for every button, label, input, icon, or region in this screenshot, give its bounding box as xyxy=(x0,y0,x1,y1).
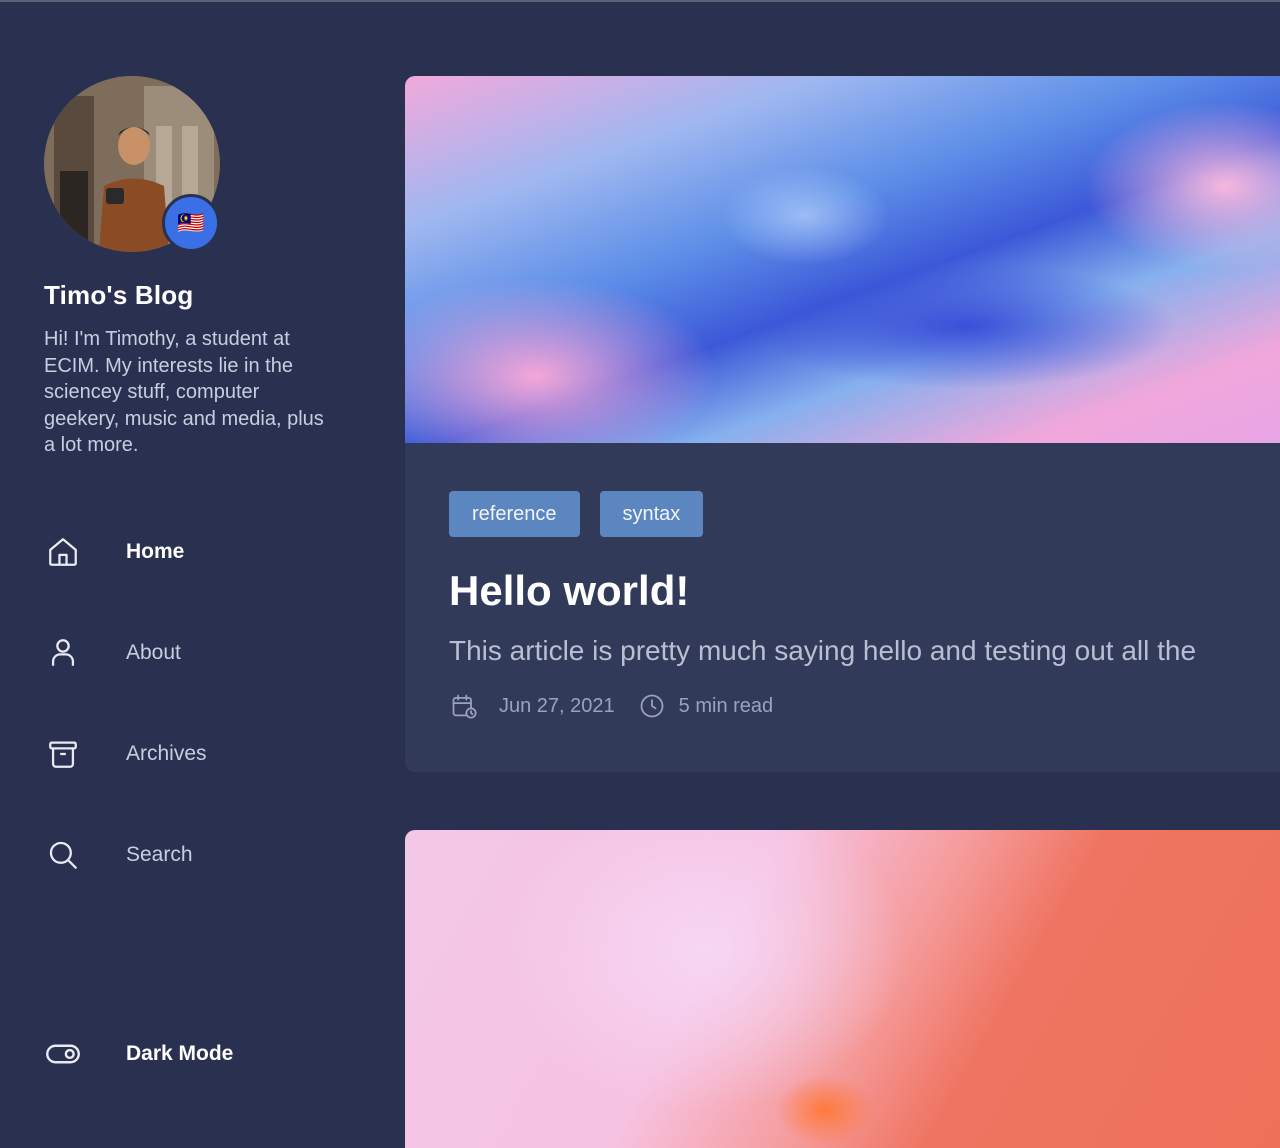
home-icon xyxy=(44,533,82,571)
toggle-icon xyxy=(44,1035,82,1073)
post-date: Jun 27, 2021 xyxy=(499,694,615,717)
post-card-next[interactable] xyxy=(405,830,1280,1148)
flag-badge: 🇲🇾 xyxy=(162,194,220,252)
archive-icon xyxy=(44,735,82,773)
sidebar-item-label: Home xyxy=(126,540,185,563)
post-read-time: 5 min read xyxy=(678,694,774,717)
blog-title[interactable]: Timo's Blog xyxy=(44,280,193,311)
sidebar-item-label: Search xyxy=(126,843,193,866)
post-excerpt: This article is pretty much saying hello… xyxy=(449,635,1197,666)
post-card-body: reference syntax Hello world! This artic… xyxy=(405,443,1280,721)
malaysia-flag-icon: 🇲🇾 xyxy=(177,210,205,235)
tag-syntax[interactable]: syntax xyxy=(599,491,704,537)
user-icon xyxy=(44,634,82,672)
sidebar-item-archives[interactable]: Archives xyxy=(44,724,344,784)
dark-mode-toggle[interactable]: Dark Mode xyxy=(44,1024,344,1084)
sidebar-item-label: Archives xyxy=(126,742,207,765)
search-icon xyxy=(44,836,82,874)
calendar-icon xyxy=(449,691,479,721)
post-title[interactable]: Hello world! xyxy=(449,567,1261,615)
sidebar-item-about[interactable]: About xyxy=(44,623,344,683)
blog-description: Hi! I'm Timothy, a student at ECIM. My i… xyxy=(44,328,324,456)
page: 🇲🇾 Timo's Blog Hi! I'm Timothy, a studen… xyxy=(0,0,1280,1148)
post-cover-image[interactable] xyxy=(405,830,1280,1148)
sidebar: 🇲🇾 Timo's Blog Hi! I'm Timothy, a studen… xyxy=(0,2,380,1148)
sidebar-item-label: About xyxy=(126,641,181,664)
post-tags: reference syntax xyxy=(449,491,1261,537)
tag-reference[interactable]: reference xyxy=(449,491,580,537)
profile-avatar[interactable]: 🇲🇾 xyxy=(44,76,220,252)
post-card[interactable]: reference syntax Hello world! This artic… xyxy=(405,76,1280,772)
post-cover-image[interactable] xyxy=(405,76,1280,443)
post-meta: Jun 27, 2021 5 min read xyxy=(449,691,1261,721)
sidebar-item-search[interactable]: Search xyxy=(44,825,344,885)
sidebar-item-home[interactable]: Home xyxy=(44,522,344,582)
clock-icon xyxy=(637,691,667,721)
dark-mode-label: Dark Mode xyxy=(126,1042,234,1065)
